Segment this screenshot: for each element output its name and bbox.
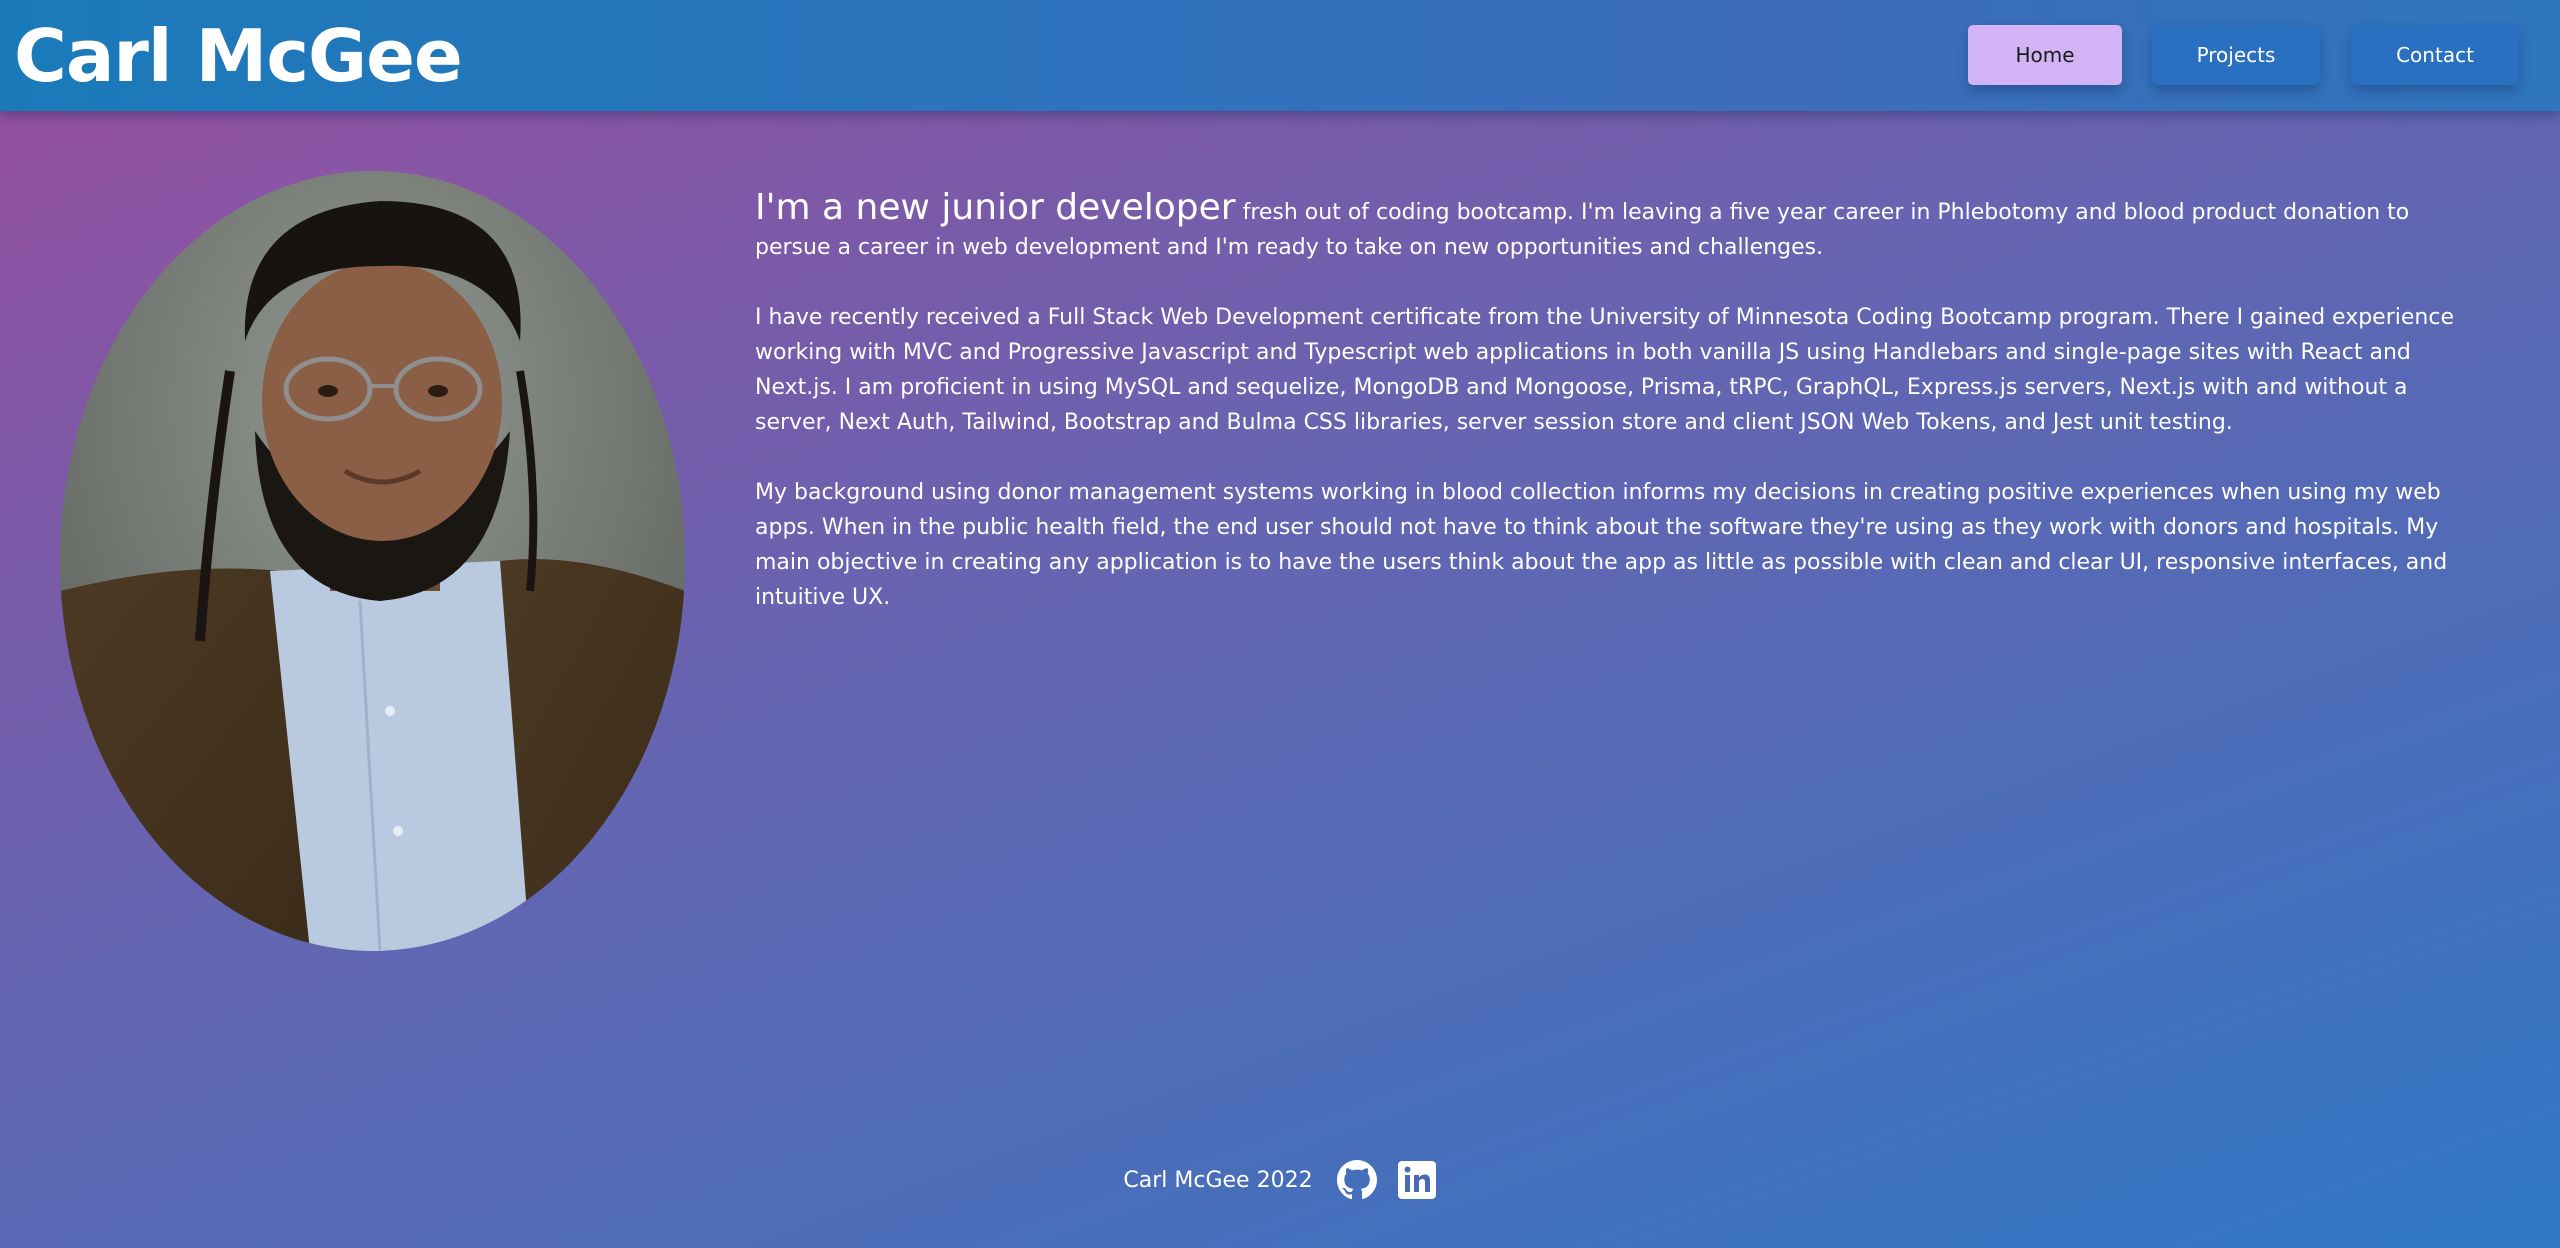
intro-paragraph: I'm a new junior developer fresh out of …: [755, 190, 2465, 265]
skills-paragraph: I have recently received a Full Stack We…: [755, 305, 2454, 435]
about-section: I'm a new junior developer fresh out of …: [755, 190, 2465, 650]
profile-photo-illustration: [60, 171, 685, 951]
intro-headline: I'm a new junior developer: [755, 187, 1236, 228]
linkedin-link[interactable]: [1397, 1160, 1437, 1200]
github-icon: [1336, 1160, 1377, 1200]
linkedin-icon: [1397, 1161, 1436, 1199]
nav-home-button[interactable]: Home: [1968, 25, 2122, 85]
nav-projects-button[interactable]: Projects: [2152, 25, 2320, 85]
nav-contact-button[interactable]: Contact: [2351, 25, 2519, 85]
profile-photo: [60, 171, 685, 951]
background-paragraph: My background using donor management sys…: [755, 480, 2448, 610]
github-link[interactable]: [1336, 1160, 1377, 1200]
site-header: Carl McGee Home Projects Contact: [0, 0, 2560, 111]
site-title: Carl McGee: [14, 14, 463, 98]
site-footer: Carl McGee 2022: [0, 1158, 2560, 1202]
footer-copyright: Carl McGee 2022: [1123, 1167, 1313, 1193]
